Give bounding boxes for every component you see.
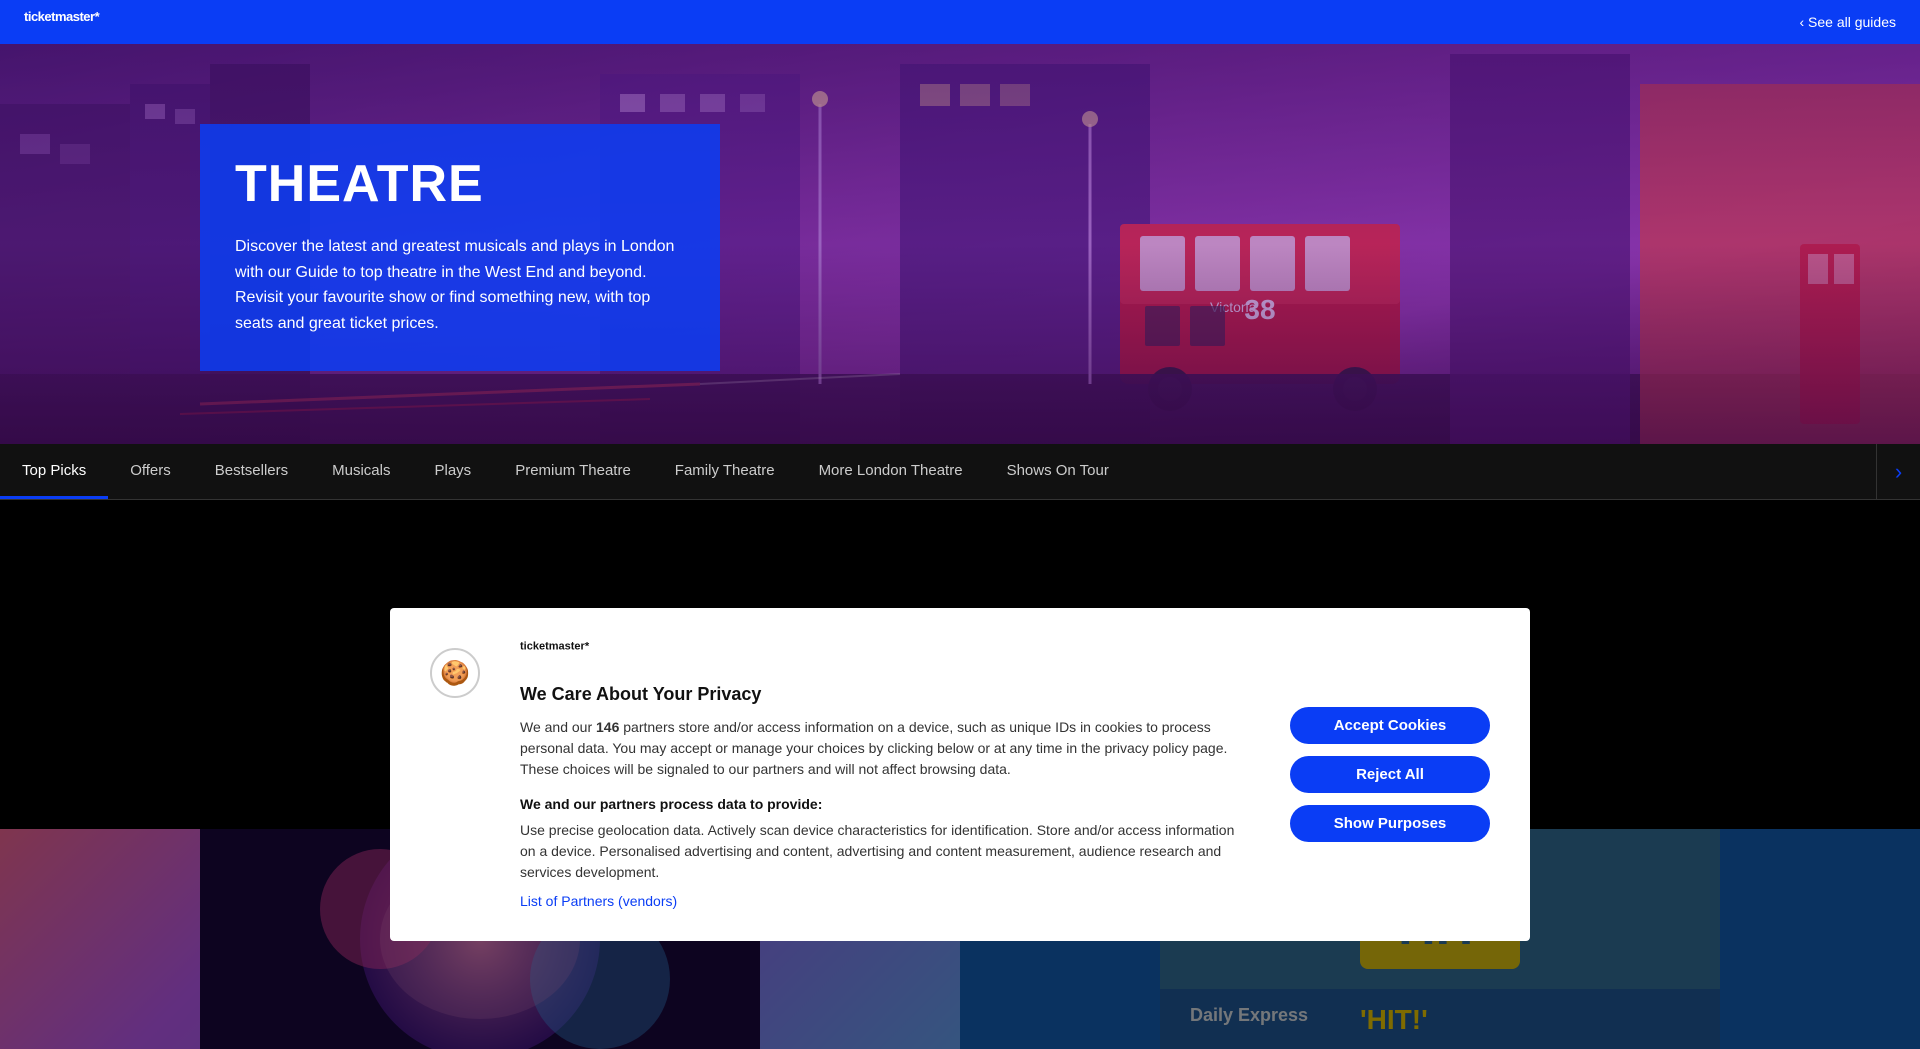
hero-content-box: THEATRE Discover the latest and greatest… <box>200 124 720 371</box>
cookie-purposes-text: Use precise geolocation data. Actively s… <box>520 820 1250 883</box>
logo-text: ticketmaster <box>24 9 95 24</box>
see-all-guides-link[interactable]: ‹ See all guides <box>1799 14 1896 30</box>
hero-section: 38 Victoria <box>0 44 1920 444</box>
cookie-icon-wrapper: 🍪 <box>430 638 480 698</box>
page-title: THEATRE <box>235 154 685 214</box>
logo-tm: * <box>95 9 100 24</box>
cookie-logo: ticketmaster* <box>520 638 1250 664</box>
show-purposes-button[interactable]: Show Purposes <box>1290 805 1490 842</box>
nav-item-more-london-theatre[interactable]: More London Theatre <box>797 444 985 499</box>
nav-item-plays[interactable]: Plays <box>413 444 494 499</box>
nav-item-top-picks[interactable]: Top Picks <box>0 444 108 499</box>
header-logo: ticketmaster* <box>24 9 99 35</box>
reject-all-button[interactable]: Reject All <box>1290 756 1490 793</box>
nav-item-shows-on-tour[interactable]: Shows On Tour <box>985 444 1131 499</box>
site-header: ticketmaster* ‹ See all guides <box>0 0 1920 44</box>
cookie-partners-count: 146 <box>596 719 619 735</box>
cookie-body-text: We and our 146 partners store and/or acc… <box>520 717 1250 780</box>
cookie-icon: 🍪 <box>430 648 480 698</box>
nav-arrow-right[interactable]: › <box>1876 444 1920 499</box>
nav-item-premium-theatre[interactable]: Premium Theatre <box>493 444 653 499</box>
nav-item-family-theatre[interactable]: Family Theatre <box>653 444 797 499</box>
category-nav: Top Picks Offers Bestsellers Musicals Pl… <box>0 444 1920 500</box>
cookie-actions: Accept Cookies Reject All Show Purposes <box>1290 707 1490 842</box>
hero-description: Discover the latest and greatest musical… <box>235 234 685 336</box>
cookie-overlay: 🍪 ticketmaster* We Care About Your Priva… <box>0 500 1920 1049</box>
nav-item-musicals[interactable]: Musicals <box>310 444 412 499</box>
nav-item-offers[interactable]: Offers <box>108 444 193 499</box>
nav-item-bestsellers[interactable]: Bestsellers <box>193 444 310 499</box>
cookie-title: We Care About Your Privacy <box>520 684 1250 705</box>
see-all-guides-label: ‹ See all guides <box>1799 14 1896 30</box>
cookie-text-content: ticketmaster* We Care About Your Privacy… <box>520 638 1250 911</box>
cookie-vendors-link[interactable]: List of Partners (vendors) <box>520 893 677 909</box>
main-content: HIT Daily Express 'HIT!' 🍪 ticketmaster*… <box>0 500 1920 1049</box>
nav-items-container: Top Picks Offers Bestsellers Musicals Pl… <box>0 444 1876 499</box>
accept-cookies-button[interactable]: Accept Cookies <box>1290 707 1490 744</box>
cookie-subtitle: We and our partners process data to prov… <box>520 796 1250 812</box>
cookie-banner: 🍪 ticketmaster* We Care About Your Priva… <box>390 608 1530 941</box>
